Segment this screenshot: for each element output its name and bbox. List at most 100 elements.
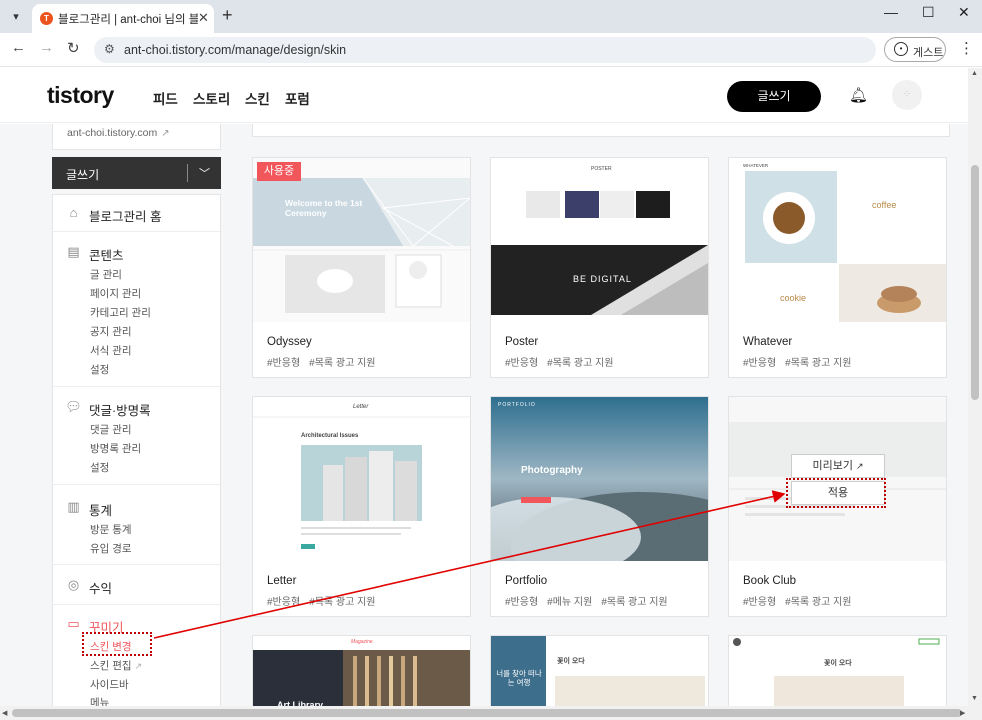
divider xyxy=(53,564,220,565)
portfolio-preview-image xyxy=(491,397,708,561)
new-tab-plus-icon[interactable]: + xyxy=(222,5,233,26)
skin-tags: #반응형 #목록 광고 지원 xyxy=(743,354,861,369)
window-close-icon[interactable]: ✕ xyxy=(958,4,970,21)
sidebar-item-visit-stats[interactable]: 방문 통계 xyxy=(90,522,132,537)
tag: #목록 광고 지원 xyxy=(785,358,852,369)
skin-tags: #반응형 #목록 광고 지원 xyxy=(505,354,623,369)
nav-feed[interactable]: 피드 xyxy=(153,88,178,108)
sidebar-item-contents[interactable]: 콘텐츠 xyxy=(89,245,124,264)
site-settings-icon[interactable]: ⚙ xyxy=(104,42,115,56)
scroll-right-icon[interactable]: ▶ xyxy=(960,709,965,717)
sidebar-item-comment-manage[interactable]: 댓글 관리 xyxy=(90,422,132,437)
skin-card-portfolio[interactable]: PORTFOLIO Photography Portfolio #반응형 #메뉴 … xyxy=(490,396,709,617)
horizontal-scroll-thumb[interactable] xyxy=(12,709,962,717)
tistory-favicon-icon: T xyxy=(40,12,53,25)
sidebar-item-comments[interactable]: 댓글·방명록 xyxy=(89,400,151,419)
sidebar-item-home[interactable]: 블로그관리 홈 xyxy=(89,206,161,225)
divider xyxy=(53,231,220,232)
chevron-down-icon[interactable]: ﹀ xyxy=(199,165,210,181)
preview-button-label: 미리보기 xyxy=(812,460,853,472)
skin-name: Book Club xyxy=(743,575,797,587)
tag: #반응형 xyxy=(743,597,777,608)
tistory-logo[interactable]: tistory xyxy=(47,82,114,109)
notification-bell-icon[interactable]: 🔔︎ xyxy=(849,86,868,104)
divider xyxy=(187,164,188,182)
flower-preview-image xyxy=(729,636,946,714)
nav-skin[interactable]: 스킨 xyxy=(245,88,270,108)
address-bar[interactable]: ⚙ ant-choi.tistory.com/manage/design/ski… xyxy=(94,37,876,63)
scroll-up-icon[interactable]: ▲ xyxy=(971,70,978,77)
skin-thumbnail: PORTFOLIO Photography xyxy=(491,397,708,561)
blog-url-text: ant-choi.tistory.com xyxy=(67,127,158,139)
blog-url-box: ant-choi.tistory.com ↗ xyxy=(52,124,221,150)
skin-edit-label: 스킨 편집 xyxy=(90,660,132,672)
skin-name: Poster xyxy=(505,336,539,348)
skin-card-flower[interactable]: 꽃이 오다 xyxy=(728,635,947,715)
sidebar-item-categories[interactable]: 카테고리 관리 xyxy=(90,305,151,320)
document-icon: ▤ xyxy=(67,244,80,259)
sidebar-item-templates[interactable]: 서식 관리 xyxy=(90,343,132,358)
sidebar-item-stats[interactable]: 통계 xyxy=(89,500,112,519)
preview-header: POSTER xyxy=(591,166,612,172)
skin-name: Letter xyxy=(267,575,297,587)
preview-heading: Photography xyxy=(521,465,583,476)
sidebar-item-sidebar[interactable]: 사이드바 xyxy=(90,677,129,692)
nav-forum[interactable]: 포럼 xyxy=(285,88,310,108)
tag: #반응형 xyxy=(267,597,301,608)
scroll-down-icon[interactable]: ▼ xyxy=(971,695,978,702)
sidebar-item-contents-settings[interactable]: 설정 xyxy=(90,362,109,377)
external-link-icon: ↗ xyxy=(134,661,143,671)
skin-card-whatever[interactable]: WHATEVER coffee cookie Whatever #반응형 #목록 … xyxy=(728,157,947,378)
person-icon: • xyxy=(894,42,908,56)
preview-button[interactable]: 미리보기 ↗ xyxy=(791,454,885,478)
tag: #목록 광고 지원 xyxy=(547,358,614,369)
header-write-button[interactable]: 글쓰기 xyxy=(727,81,821,112)
external-link-icon: ↗ xyxy=(856,461,864,471)
tag: #목록 광고 지원 xyxy=(601,597,668,608)
tag: #반응형 xyxy=(743,358,777,369)
sidebar-write-button[interactable]: 글쓰기 ﹀ xyxy=(52,157,221,189)
sidebar-item-posts[interactable]: 글 관리 xyxy=(90,267,122,282)
sidebar-item-notices[interactable]: 공지 관리 xyxy=(90,324,132,339)
nav-story[interactable]: 스토리 xyxy=(193,88,230,108)
skin-card-magazine[interactable]: Magazine Art Library xyxy=(252,635,471,715)
sidebar-item-comment-settings[interactable]: 설정 xyxy=(90,460,109,475)
blog-url-link[interactable]: ant-choi.tistory.com ↗ xyxy=(67,127,170,139)
sidebar-item-revenue[interactable]: 수익 xyxy=(89,578,112,597)
forward-arrow-icon[interactable]: → xyxy=(39,39,54,56)
skin-card-letter[interactable]: Letter Architectural Issues Letter #반응형 #… xyxy=(252,396,471,617)
layout-icon: ▭ xyxy=(67,616,80,631)
skin-card-poster[interactable]: POSTER BE DIGITAL Poster #반응형 #목록 광고 지원 xyxy=(490,157,709,378)
sidebar-item-referrers[interactable]: 유입 경로 xyxy=(90,541,132,556)
maximize-icon[interactable]: ☐ xyxy=(922,4,935,21)
sidebar-item-skin-edit[interactable]: 스킨 편집 ↗ xyxy=(90,658,142,673)
guest-profile-button[interactable]: • 게스트 xyxy=(884,37,946,62)
skin-card-travel[interactable]: 너를 찾아 떠나는 여행 꽃이 오다 xyxy=(490,635,709,715)
reload-icon[interactable]: ↻ xyxy=(67,39,80,57)
browser-tab[interactable]: T 블로그관리 | ant-choi 님의 블로그 ✕ xyxy=(32,4,214,33)
more-menu-icon[interactable]: ⋮ xyxy=(959,39,974,57)
avatar[interactable]: ⁘ xyxy=(892,80,922,110)
skin-tags: #반응형 #목록 광고 지원 xyxy=(267,354,385,369)
tab-search-chevron-icon[interactable]: ▾ xyxy=(6,7,26,27)
skin-name: Whatever xyxy=(743,336,793,348)
back-arrow-icon[interactable]: ← xyxy=(11,39,26,56)
poster-preview-image xyxy=(491,158,708,322)
minimize-icon[interactable]: — xyxy=(884,4,898,20)
annotation-highlight-skin-change xyxy=(82,632,152,656)
close-icon[interactable]: ✕ xyxy=(198,10,209,26)
scroll-left-icon[interactable]: ◀ xyxy=(2,709,7,717)
sidebar-write-label: 글쓰기 xyxy=(66,168,100,182)
preview-heading: BE DIGITAL xyxy=(573,274,632,284)
skin-thumbnail: Letter Architectural Issues xyxy=(253,397,470,561)
vertical-scroll-thumb[interactable] xyxy=(971,165,979,400)
letter-preview-image xyxy=(253,397,470,561)
speech-bubble-icon: 💬︎ xyxy=(65,399,82,414)
sidebar-item-guestbook[interactable]: 방명록 관리 xyxy=(90,441,141,456)
external-link-icon: ↗ xyxy=(161,128,170,139)
sidebar-item-pages[interactable]: 페이지 관리 xyxy=(90,286,141,301)
skin-card-odyssey[interactable]: Welcome to the 1st Ceremony 사용중 Odyssey … xyxy=(252,157,471,378)
skin-thumbnail: 너를 찾아 떠나는 여행 꽃이 오다 xyxy=(491,636,708,714)
preview-heading: coffee xyxy=(872,200,897,210)
odyssey-preview-image xyxy=(253,177,470,313)
